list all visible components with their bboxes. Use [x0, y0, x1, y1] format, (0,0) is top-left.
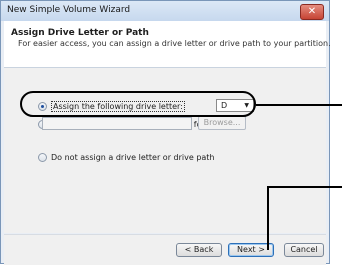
- browse-button[interactable]: Browse...: [198, 116, 246, 130]
- window-title: New Simple Volume Wizard: [7, 5, 131, 15]
- page-title: Assign Drive Letter or Path: [11, 28, 149, 38]
- close-icon: ✕: [307, 6, 317, 17]
- title-bar: New Simple Volume Wizard ✕: [1, 1, 329, 21]
- cancel-button[interactable]: Cancel: [284, 243, 324, 257]
- close-button[interactable]: ✕: [300, 4, 324, 20]
- callout-line-drive-letter: [256, 104, 342, 106]
- option-no-letter[interactable]: Do not assign a drive letter or drive pa…: [38, 153, 215, 162]
- wizard-footer: < Back Next > Cancel: [4, 234, 326, 265]
- callout-line-next-horizontal: [267, 186, 342, 188]
- back-button[interactable]: < Back: [176, 243, 222, 257]
- wizard-header: Assign Drive Letter or Path For easier a…: [4, 21, 331, 68]
- callout-highlight-drive-letter: [20, 91, 256, 117]
- page-subtitle: For easier access, you can assign a driv…: [18, 39, 331, 48]
- callout-line-next-vertical: [267, 186, 269, 250]
- wizard-window: New Simple Volume Wizard ✕ Assign Drive …: [0, 0, 331, 265]
- radio-no-letter[interactable]: [38, 153, 47, 162]
- folder-path-input[interactable]: [42, 117, 192, 130]
- option-no-letter-label: Do not assign a drive letter or drive pa…: [51, 153, 215, 162]
